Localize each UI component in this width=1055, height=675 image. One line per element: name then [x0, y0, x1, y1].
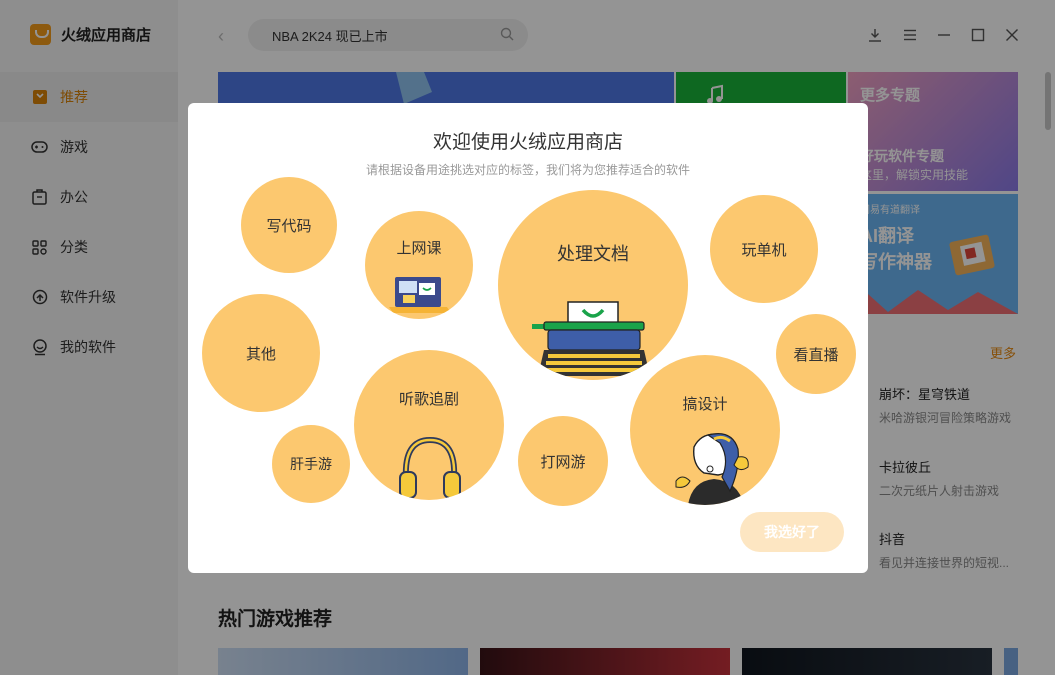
tag-coding[interactable]: 写代码: [241, 177, 337, 273]
tag-documents[interactable]: 处理文档: [498, 190, 688, 380]
headphones-illustration-icon: [399, 436, 461, 499]
tag-design[interactable]: 搞设计: [630, 355, 780, 505]
tag-label: 玩单机: [741, 241, 787, 259]
tag-label: 肝手游: [290, 456, 332, 472]
tag-label: 其他: [245, 345, 276, 363]
tag-music-drama[interactable]: 听歌追剧: [354, 350, 504, 500]
confirm-button[interactable]: 我选好了: [740, 512, 844, 552]
welcome-dialog: 欢迎使用火绒应用商店 请根据设备用途挑选对应的标签，我们将为您推荐适合的软件 写…: [188, 103, 868, 573]
tag-label: 处理文档: [557, 244, 629, 264]
tag-online-games[interactable]: 打网游: [518, 416, 608, 506]
dialog-subtitle: 请根据设备用途挑选对应的标签，我们将为您推荐适合的软件: [365, 163, 690, 177]
tag-mobile-games[interactable]: 肝手游: [272, 425, 350, 503]
typewriter-illustration-icon: [532, 301, 650, 376]
tag-label: 搞设计: [682, 396, 728, 413]
tag-label: 听歌追剧: [398, 391, 459, 408]
laptop-illustration-icon: [389, 277, 451, 313]
tag-live-stream[interactable]: 看直播: [776, 314, 856, 394]
tag-other[interactable]: 其他: [202, 294, 320, 412]
tag-online-class[interactable]: 上网课: [365, 211, 473, 319]
tag-label: 打网游: [540, 453, 586, 471]
portrait-illustration-icon: [675, 433, 749, 505]
tag-label: 看直播: [793, 346, 839, 364]
tag-label: 写代码: [266, 217, 312, 235]
dialog-title: 欢迎使用火绒应用商店: [432, 132, 623, 153]
tag-label: 上网课: [396, 240, 442, 257]
tag-single-player[interactable]: 玩单机: [710, 195, 818, 303]
